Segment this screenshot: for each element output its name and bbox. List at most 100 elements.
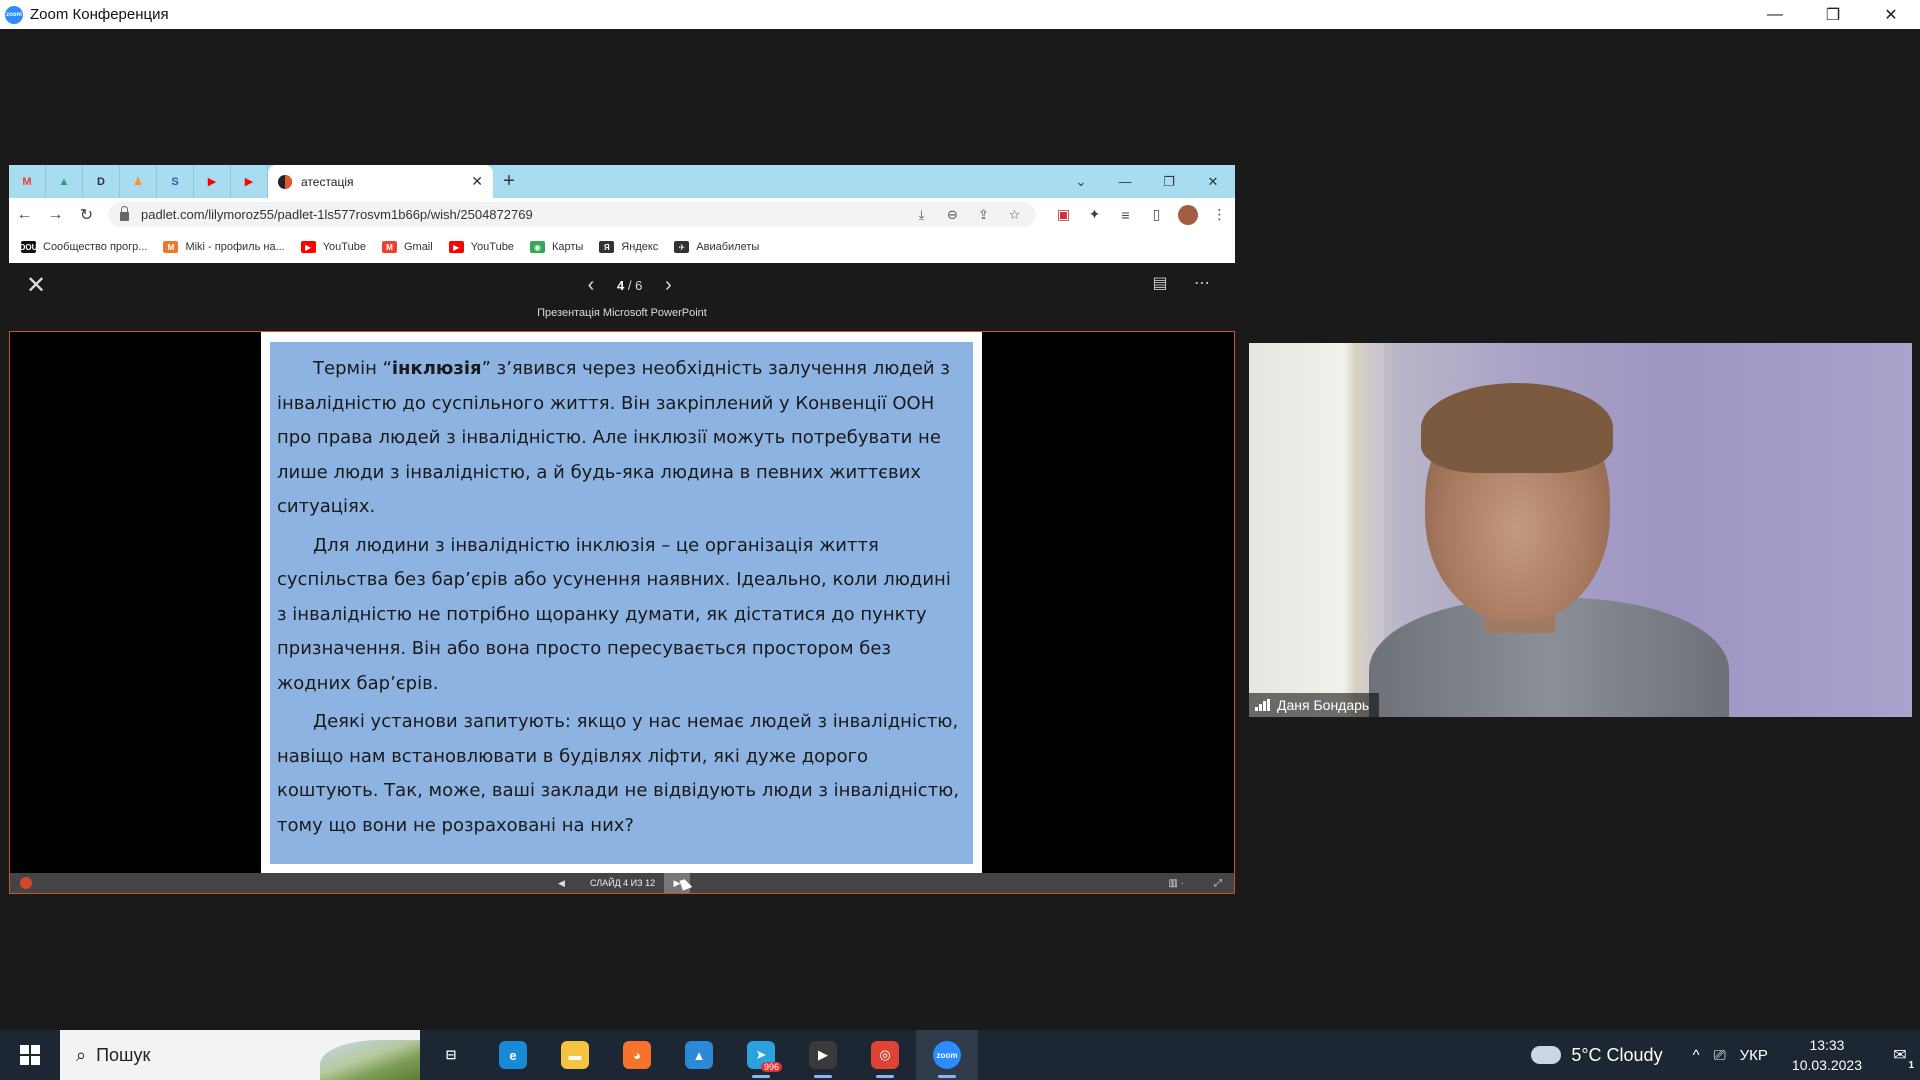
back-button[interactable]: ← xyxy=(9,206,40,224)
taskbar-app[interactable]: ▬ xyxy=(544,1030,606,1080)
taskbar-app[interactable]: ⊟ xyxy=(420,1030,482,1080)
bookmark-label: YouTube xyxy=(322,241,366,253)
mouse-cursor-icon xyxy=(679,877,693,891)
pinned-tab[interactable]: D xyxy=(83,165,120,198)
new-tab-button[interactable]: + xyxy=(493,170,525,193)
bookmark-label: Авиабилеты xyxy=(696,241,760,253)
pinned-tab[interactable]: ▲ xyxy=(46,165,83,198)
viewer-close-icon[interactable]: ✕ xyxy=(23,273,49,299)
bookmark-item[interactable]: M Miki - профиль на... xyxy=(163,241,285,253)
edge-icon: e xyxy=(499,1041,527,1069)
fullscreen-button[interactable]: ⤢ xyxy=(1214,878,1222,889)
weather-text: 5°C Cloudy xyxy=(1571,1044,1663,1065)
pinned-tab[interactable]: M xyxy=(9,165,46,198)
start-button[interactable] xyxy=(0,1030,60,1080)
participant-video[interactable]: Даня Бондарь xyxy=(1249,343,1912,717)
bookmark-item[interactable]: DOU Сообщество прогр... xyxy=(20,241,147,253)
powerpoint-logo-icon xyxy=(20,877,32,889)
firefox-icon: ◕ xyxy=(623,1041,651,1069)
share-icon[interactable]: ⇪ xyxy=(968,207,999,223)
prev-post-button[interactable]: ‹ xyxy=(579,274,603,297)
unread-badge: 996 xyxy=(760,1062,782,1072)
pinned-tab[interactable]: ▶ xyxy=(194,165,231,198)
browser-close-button[interactable]: ✕ xyxy=(1191,174,1235,190)
tab-title: атестація xyxy=(301,174,354,189)
bookmark-item[interactable]: Я Яндекс xyxy=(599,241,658,253)
tab-search-button[interactable]: ⌄ xyxy=(1059,174,1103,190)
tab-close-icon[interactable]: ✕ xyxy=(471,173,483,190)
taskbar-app[interactable]: ➤ 996 xyxy=(730,1030,792,1080)
system-tray: 5°C Cloudy ^ ⎚ УКР 13:33 10.03.2023 ✉ 1 xyxy=(1531,1030,1920,1080)
close-button[interactable]: ✕ xyxy=(1862,0,1920,29)
profile-avatar[interactable] xyxy=(1178,204,1198,225)
install-app-icon[interactable]: ⤓ xyxy=(906,207,937,223)
slide-counter: СЛАЙД 4 ИЗ 12 xyxy=(590,878,656,888)
address-row: ← → ↻ padlet.com/lilymoroz55/padlet-1ls5… xyxy=(9,198,1235,231)
slide-paragraph-1: Термін “інклюзія” з’явився через необхід… xyxy=(277,352,965,525)
browser-minimize-button[interactable]: — xyxy=(1103,174,1147,189)
prev-slide-button[interactable]: ◀ xyxy=(558,878,565,889)
p1-start: Термін “ xyxy=(313,358,392,379)
extensions-puzzle-icon[interactable]: ✦ xyxy=(1079,206,1110,223)
bookmark-label: Miki - профиль на... xyxy=(185,241,285,253)
tab-active[interactable]: атестація ✕ xyxy=(268,165,493,198)
post-details-icon[interactable]: ▤ xyxy=(1139,273,1181,293)
taskbar-app[interactable]: zoom xyxy=(916,1030,978,1080)
bookmark-label: YouTube xyxy=(470,241,514,253)
zoom-titlebar: zoom Zoom Конференция — ❐ ✕ xyxy=(0,0,1920,29)
search-icon: ⌕ xyxy=(76,1044,87,1065)
camera-icon[interactable]: ⎚ xyxy=(1714,1047,1726,1064)
google-drive-icon: ▲ xyxy=(58,175,70,188)
forward-button[interactable]: → xyxy=(40,206,71,224)
bookmark-star-icon[interactable]: ☆ xyxy=(999,207,1030,223)
reading-view-button[interactable]: ▥ · xyxy=(1168,878,1184,889)
more-options-icon[interactable]: ⋯ xyxy=(1181,273,1223,293)
reading-list-icon[interactable]: ≡ xyxy=(1110,207,1141,223)
maps-icon: ◉ xyxy=(529,241,545,253)
photos-icon: ▲ xyxy=(685,1041,713,1069)
notification-count: 1 xyxy=(1908,1060,1914,1071)
dou-icon: D xyxy=(97,175,105,188)
taskbar-app[interactable]: e xyxy=(482,1030,544,1080)
restore-button[interactable]: ❐ xyxy=(1804,0,1862,29)
next-post-button[interactable]: › xyxy=(656,274,680,297)
clock[interactable]: 13:33 10.03.2023 xyxy=(1792,1035,1862,1075)
notification-icon: ✉ xyxy=(1893,1047,1907,1064)
clock-date: 10.03.2023 xyxy=(1791,1057,1862,1073)
address-bar[interactable]: padlet.com/lilymoroz55/padlet-1ls577rosv… xyxy=(108,202,1036,227)
extension-icon[interactable]: ▣ xyxy=(1048,206,1079,223)
slide: Термін “інклюзія” з’явився через необхід… xyxy=(261,332,982,874)
s-icon: S xyxy=(171,175,179,188)
pinned-tab[interactable]: ♟ xyxy=(120,165,157,198)
weather-widget[interactable]: 5°C Cloudy xyxy=(1531,1044,1663,1066)
file-explorer-icon: ▬ xyxy=(561,1041,589,1069)
bookmark-label: Яндекс xyxy=(621,241,659,253)
bookmark-item[interactable]: ✈ Авиабилеты xyxy=(674,241,759,253)
side-panel-icon[interactable]: ▯ xyxy=(1141,206,1172,223)
page-total: / 6 xyxy=(627,278,643,293)
bookmark-item[interactable]: ▶ YouTube xyxy=(300,241,366,253)
pinned-tab[interactable]: S xyxy=(157,165,194,198)
browser-restore-button[interactable]: ❐ xyxy=(1147,174,1191,190)
show-hidden-icons-chevron-icon[interactable]: ^ xyxy=(1693,1047,1700,1064)
pinned-tab[interactable]: ▶ xyxy=(231,165,268,198)
lock-icon[interactable] xyxy=(120,206,129,221)
url-text[interactable]: padlet.com/lilymoroz55/padlet-1ls577rosv… xyxy=(141,207,533,222)
media-player-icon: ▶ xyxy=(809,1041,837,1069)
minimize-button[interactable]: — xyxy=(1746,0,1804,29)
browser-menu-icon[interactable]: ⋮ xyxy=(1204,206,1235,223)
bookmark-item[interactable]: ▶ YouTube xyxy=(448,241,514,253)
zoom-out-icon[interactable]: ⊖ xyxy=(937,207,968,223)
taskbar-search[interactable]: ⌕ Пошук xyxy=(60,1030,420,1080)
taskbar-app[interactable]: ◎ xyxy=(854,1030,916,1080)
taskbar-app[interactable]: ◕ xyxy=(606,1030,668,1080)
bookmark-item[interactable]: M Gmail xyxy=(381,241,433,253)
bookmark-item[interactable]: ◉ Карты xyxy=(529,241,583,253)
taskbar-app[interactable]: ▶ xyxy=(792,1030,854,1080)
input-language[interactable]: УКР xyxy=(1740,1047,1768,1064)
zoom-logo-icon: zoom xyxy=(5,5,23,24)
taskbar-app[interactable]: ▲ xyxy=(668,1030,730,1080)
cloud-icon xyxy=(1531,1046,1562,1064)
notifications-button[interactable]: ✉ 1 xyxy=(1880,1045,1920,1071)
reload-button[interactable]: ↻ xyxy=(71,205,102,225)
